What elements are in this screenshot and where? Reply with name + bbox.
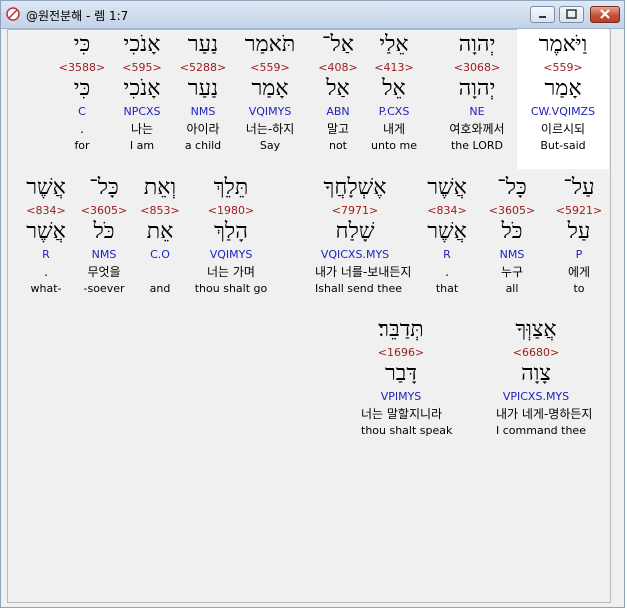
hebrew-word: תְּדַבֵּר׃ bbox=[378, 317, 424, 342]
close-button[interactable] bbox=[590, 6, 620, 23]
morphology-code: VPICXS.MYS bbox=[502, 390, 570, 403]
word-cell[interactable]: אַל־ <408> אַל ABN 말고 not bbox=[298, 29, 378, 169]
hebrew-word: אֲצַוְּךָ bbox=[515, 317, 557, 342]
korean-gloss: 너는 말할지니라 bbox=[361, 407, 443, 421]
english-gloss: what- bbox=[30, 282, 62, 295]
english-gloss: thou shalt speak bbox=[361, 424, 453, 437]
word-cell[interactable]: כִּי <3588> כִּי C. for bbox=[42, 29, 122, 169]
word-cell[interactable]: תְּדַבֵּר׃ <1696> דָּבַר VPIMYS 너는 말할지니라 thou… bbox=[361, 314, 453, 454]
hebrew-word: אֲשֶׁר bbox=[427, 175, 467, 200]
hebrew-lemma: אָמַר bbox=[544, 76, 582, 101]
english-gloss: But-said bbox=[540, 139, 586, 152]
english-gloss: for bbox=[74, 139, 90, 152]
hebrew-lemma: אֲשֶׁר bbox=[427, 219, 467, 244]
korean-gloss: 내가 너를-보내든지 bbox=[315, 265, 412, 279]
app-icon bbox=[6, 7, 20, 21]
title-bar[interactable]: @원전분해 - 렘 1:7 bbox=[1, 1, 624, 29]
morphology-code: NE bbox=[469, 105, 485, 118]
morphology-code: C bbox=[78, 105, 86, 118]
korean-gloss: 이르시되 bbox=[540, 122, 586, 136]
english-gloss: Ishall send thee bbox=[315, 282, 403, 295]
word-cell[interactable]: אֲשֶׁר <834> אֲשֶׁר R. what- bbox=[6, 172, 86, 312]
word-cell[interactable]: אֲצַוְּךָ <6680> צָוָה VPICXS.MYS 내가 네게-명하든지… bbox=[496, 314, 593, 454]
korean-gloss: . bbox=[44, 265, 48, 279]
strongs-number: <1980> bbox=[207, 204, 255, 217]
hebrew-lemma: שָׁלַח bbox=[335, 219, 375, 244]
korean-gloss: 내가 네게-명하든지 bbox=[496, 407, 593, 421]
word-cell[interactable]: תֵּלֵךְ <1980> הָלַךְ VQIMYS 너는 가며 thou shalt… bbox=[191, 172, 271, 312]
hebrew-lemma: אַל bbox=[326, 76, 350, 101]
hebrew-lemma: יְהוָה bbox=[458, 76, 496, 101]
hebrew-word: אֲשֶׁר bbox=[26, 175, 66, 200]
strongs-number: <408> bbox=[318, 61, 358, 74]
strongs-number: <1696> bbox=[377, 346, 425, 359]
word-cell[interactable]: וַיֹּאמֶר <559> אָמַר CW.VQIMZS 이르시되 But-said bbox=[517, 29, 609, 169]
morphology-code: VPIMYS bbox=[380, 390, 422, 403]
word-cell[interactable]: אֶשְׁלָחֲךָ <7971> שָׁלַח VQICXS.MYS 내가 너를-보… bbox=[315, 172, 412, 312]
english-gloss: I command thee bbox=[496, 424, 586, 437]
hebrew-lemma: צָוָה bbox=[521, 361, 551, 386]
strongs-number: <834> bbox=[427, 204, 467, 217]
close-icon bbox=[600, 9, 610, 19]
morphology-code: R bbox=[42, 248, 50, 261]
hebrew-word: יְהוָה bbox=[458, 32, 496, 57]
hebrew-lemma: כִּי bbox=[73, 76, 91, 101]
strongs-number: <6680> bbox=[512, 346, 560, 359]
maximize-icon bbox=[566, 9, 577, 19]
morphology-code: ABN bbox=[326, 105, 350, 118]
korean-gloss: . bbox=[445, 265, 449, 279]
right-margin bbox=[611, 29, 624, 603]
maximize-button[interactable] bbox=[559, 6, 584, 23]
strongs-number: <559> bbox=[543, 61, 583, 74]
morphology-code: VQICXS.MYS bbox=[320, 248, 390, 261]
word-cell[interactable]: אֲשֶׁר <834> אֲשֶׁר R. that bbox=[407, 172, 487, 312]
strongs-number: <834> bbox=[26, 204, 66, 217]
morphology-code: VQIMYS bbox=[209, 248, 253, 261]
window-title: @원전분해 - 렘 1:7 bbox=[26, 9, 129, 23]
english-gloss: thou shalt go bbox=[194, 282, 268, 295]
hebrew-word: וַיֹּאמֶר bbox=[538, 32, 588, 57]
korean-gloss: . bbox=[80, 122, 84, 136]
strongs-number: <7971> bbox=[331, 204, 379, 217]
minimize-icon bbox=[539, 16, 546, 18]
korean-gloss: 너는 가며 bbox=[207, 265, 255, 279]
minimize-button[interactable] bbox=[530, 6, 555, 23]
morphology-code: CW.VQIMZS bbox=[530, 105, 596, 118]
strongs-number: <3068> bbox=[453, 61, 501, 74]
english-gloss: not bbox=[328, 139, 347, 152]
morphology-code: R bbox=[443, 248, 451, 261]
hebrew-word: תֵּלֵךְ bbox=[213, 175, 249, 200]
word-cell[interactable]: יְהוָה <3068> יְהוָה NE 여호와께서 the LORD bbox=[437, 29, 517, 169]
korean-gloss: 여호와께서 bbox=[449, 122, 505, 136]
hebrew-lemma: דָּבַר bbox=[385, 361, 417, 386]
english-gloss: that bbox=[435, 282, 459, 295]
hebrew-lemma: אֲשֶׁר bbox=[26, 219, 66, 244]
strongs-number: <3588> bbox=[58, 61, 106, 74]
hebrew-word: אֶשְׁלָחֲךָ bbox=[323, 175, 387, 200]
hebrew-word: אַל־ bbox=[322, 32, 354, 57]
app-window: @원전분해 - 렘 1:7 וַיֹּאמֶר <559> אָמַר CW.VQIM… bbox=[0, 0, 625, 608]
english-gloss: the LORD bbox=[450, 139, 504, 152]
korean-gloss: 말고 bbox=[326, 122, 350, 136]
hebrew-word: כִּי bbox=[73, 32, 91, 57]
hebrew-lemma: הָלַךְ bbox=[214, 219, 248, 244]
